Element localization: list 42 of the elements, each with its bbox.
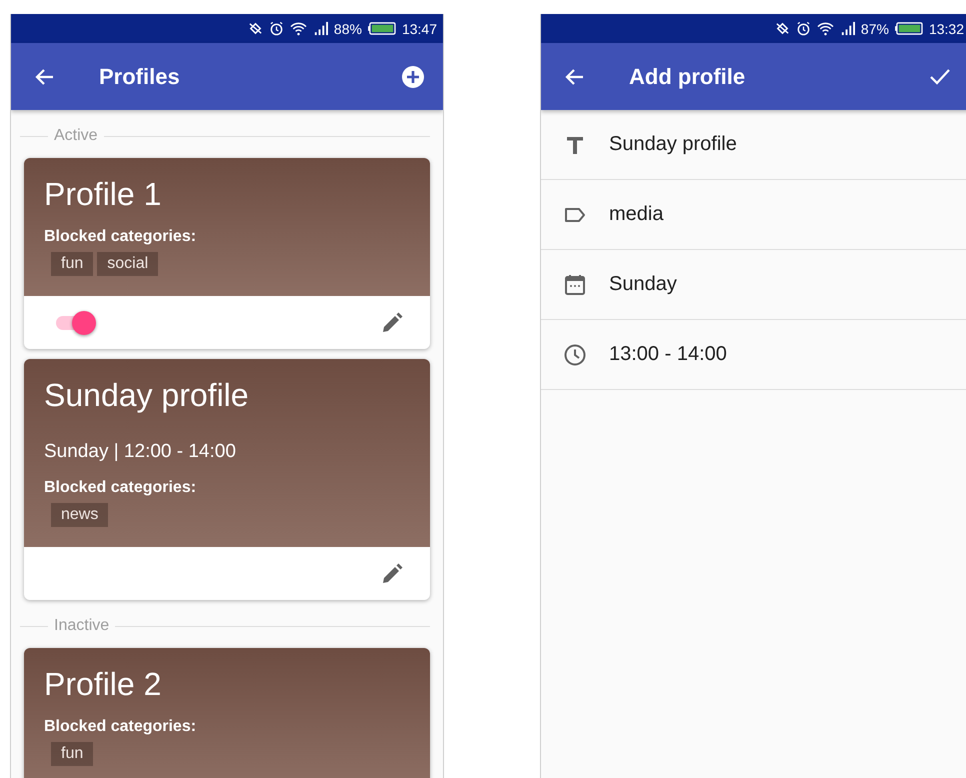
profile-card[interactable]: Profile 1 Blocked categories: fun social (24, 158, 430, 349)
wifi-icon (290, 21, 307, 36)
screen-title: Add profile (629, 64, 746, 90)
blocked-label: Blocked categories: (44, 718, 196, 736)
section-label: Inactive (54, 617, 110, 635)
alarm-icon (796, 21, 811, 36)
profile-name: Profile 1 (44, 176, 162, 212)
profile-schedule: Sunday | 12:00 - 14:00 (44, 441, 236, 463)
clock-icon (563, 342, 587, 366)
field-value[interactable]: Sunday profile (609, 133, 737, 156)
category-chip: news (51, 503, 108, 527)
field-value[interactable]: Sunday (609, 273, 677, 296)
toggle-switch[interactable] (56, 310, 96, 334)
category-chip: social (97, 252, 158, 276)
field-value[interactable]: media (609, 203, 664, 226)
profile-card[interactable]: Sunday profile Sunday | 12:00 - 14:00 Blocked categories: news (24, 359, 430, 600)
field-value[interactable]: 13:00 - 14:00 (609, 343, 727, 366)
battery-icon (368, 22, 396, 35)
category-chip: fun (51, 252, 94, 276)
battery-icon (894, 22, 923, 35)
edit-icon[interactable] (380, 310, 404, 334)
category-chip: fun (51, 742, 94, 766)
rotate-icon (248, 21, 263, 36)
calendar-icon (563, 272, 587, 296)
rotate-icon (774, 21, 790, 36)
profile-name: Sunday profile (44, 377, 249, 413)
clock-time: 13:32 (928, 20, 964, 36)
section-label: Active (54, 127, 98, 145)
blocked-label: Blocked categories: (44, 479, 196, 497)
alarm-icon (268, 21, 284, 36)
signal-icon (840, 21, 855, 36)
add-icon[interactable] (401, 64, 425, 88)
clock-time: 13:47 (402, 20, 437, 36)
screen-title: Profiles (99, 64, 181, 90)
battery-percent: 88% (334, 20, 362, 36)
signal-icon (312, 21, 328, 36)
profile-name: Profile 2 (44, 666, 162, 702)
profile-card[interactable]: Profile 2 Blocked categories: fun (24, 648, 430, 778)
battery-percent: 87% (860, 20, 889, 36)
wifi-icon (816, 21, 834, 36)
blocked-label: Blocked categories: (44, 228, 196, 246)
edit-icon[interactable] (380, 562, 404, 586)
